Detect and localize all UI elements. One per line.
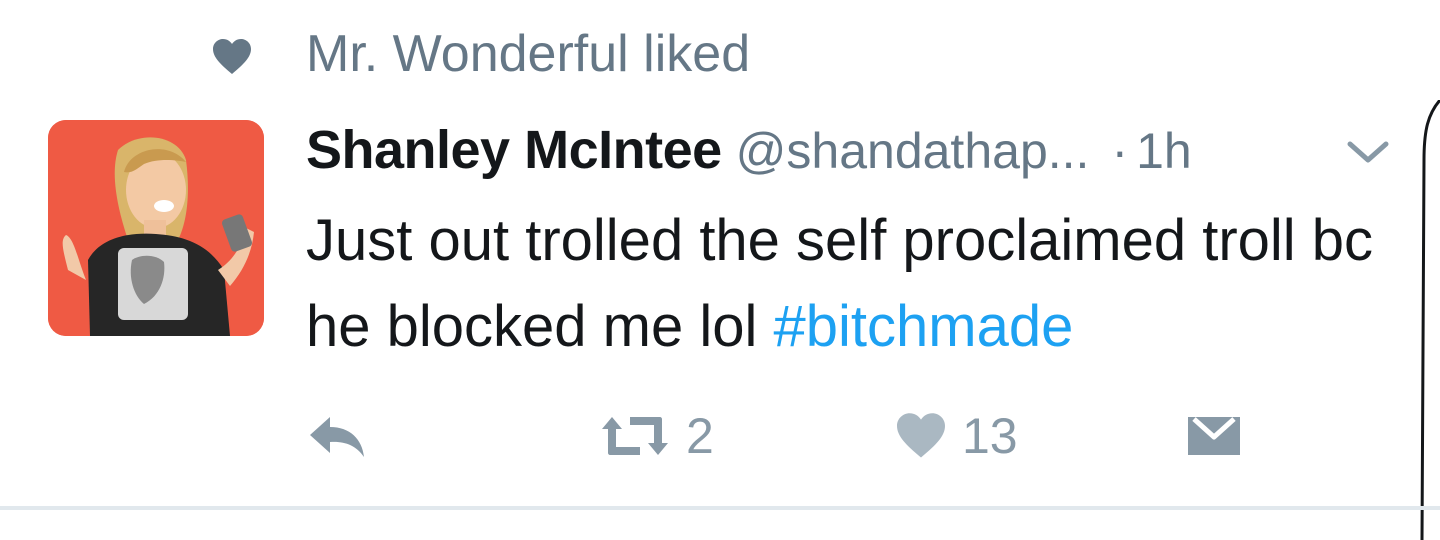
avatar-image — [48, 120, 264, 336]
tweet-text: Just out trolled the self proclaimed tro… — [306, 198, 1406, 370]
timestamp[interactable]: 1h — [1136, 123, 1192, 179]
social-context-text[interactable]: Mr. Wonderful liked — [306, 22, 750, 86]
envelope-icon — [1188, 417, 1240, 455]
tweet-header: Shanley McIntee @shandathap... · 1h — [306, 110, 1192, 190]
tweet-card[interactable]: Mr. Wonderful liked Shanley McIntee @sha… — [0, 0, 1440, 540]
separator-dot: · — [1111, 123, 1129, 179]
retweet-count: 2 — [686, 408, 714, 464]
retweet-icon — [602, 417, 668, 455]
action-bar: 2 13 — [0, 396, 1440, 476]
hashtag-link[interactable]: #bitchmade — [773, 294, 1073, 359]
heart-icon — [897, 413, 945, 458]
direct-message-button[interactable] — [1186, 396, 1242, 476]
user-handle[interactable]: @shandathap... — [736, 123, 1090, 179]
display-name[interactable]: Shanley McIntee — [306, 120, 722, 180]
like-button[interactable]: 13 — [894, 396, 1018, 476]
heart-icon — [213, 39, 251, 74]
reply-icon — [310, 417, 364, 457]
tweet-divider — [0, 506, 1440, 510]
reply-button[interactable] — [306, 396, 368, 476]
avatar[interactable] — [48, 120, 264, 336]
social-context: Mr. Wonderful liked — [0, 0, 900, 110]
adjacent-card-edge — [1420, 100, 1440, 540]
chevron-down-icon[interactable] — [1344, 138, 1392, 168]
retweet-button[interactable]: 2 — [598, 396, 714, 476]
like-count: 13 — [962, 408, 1018, 464]
